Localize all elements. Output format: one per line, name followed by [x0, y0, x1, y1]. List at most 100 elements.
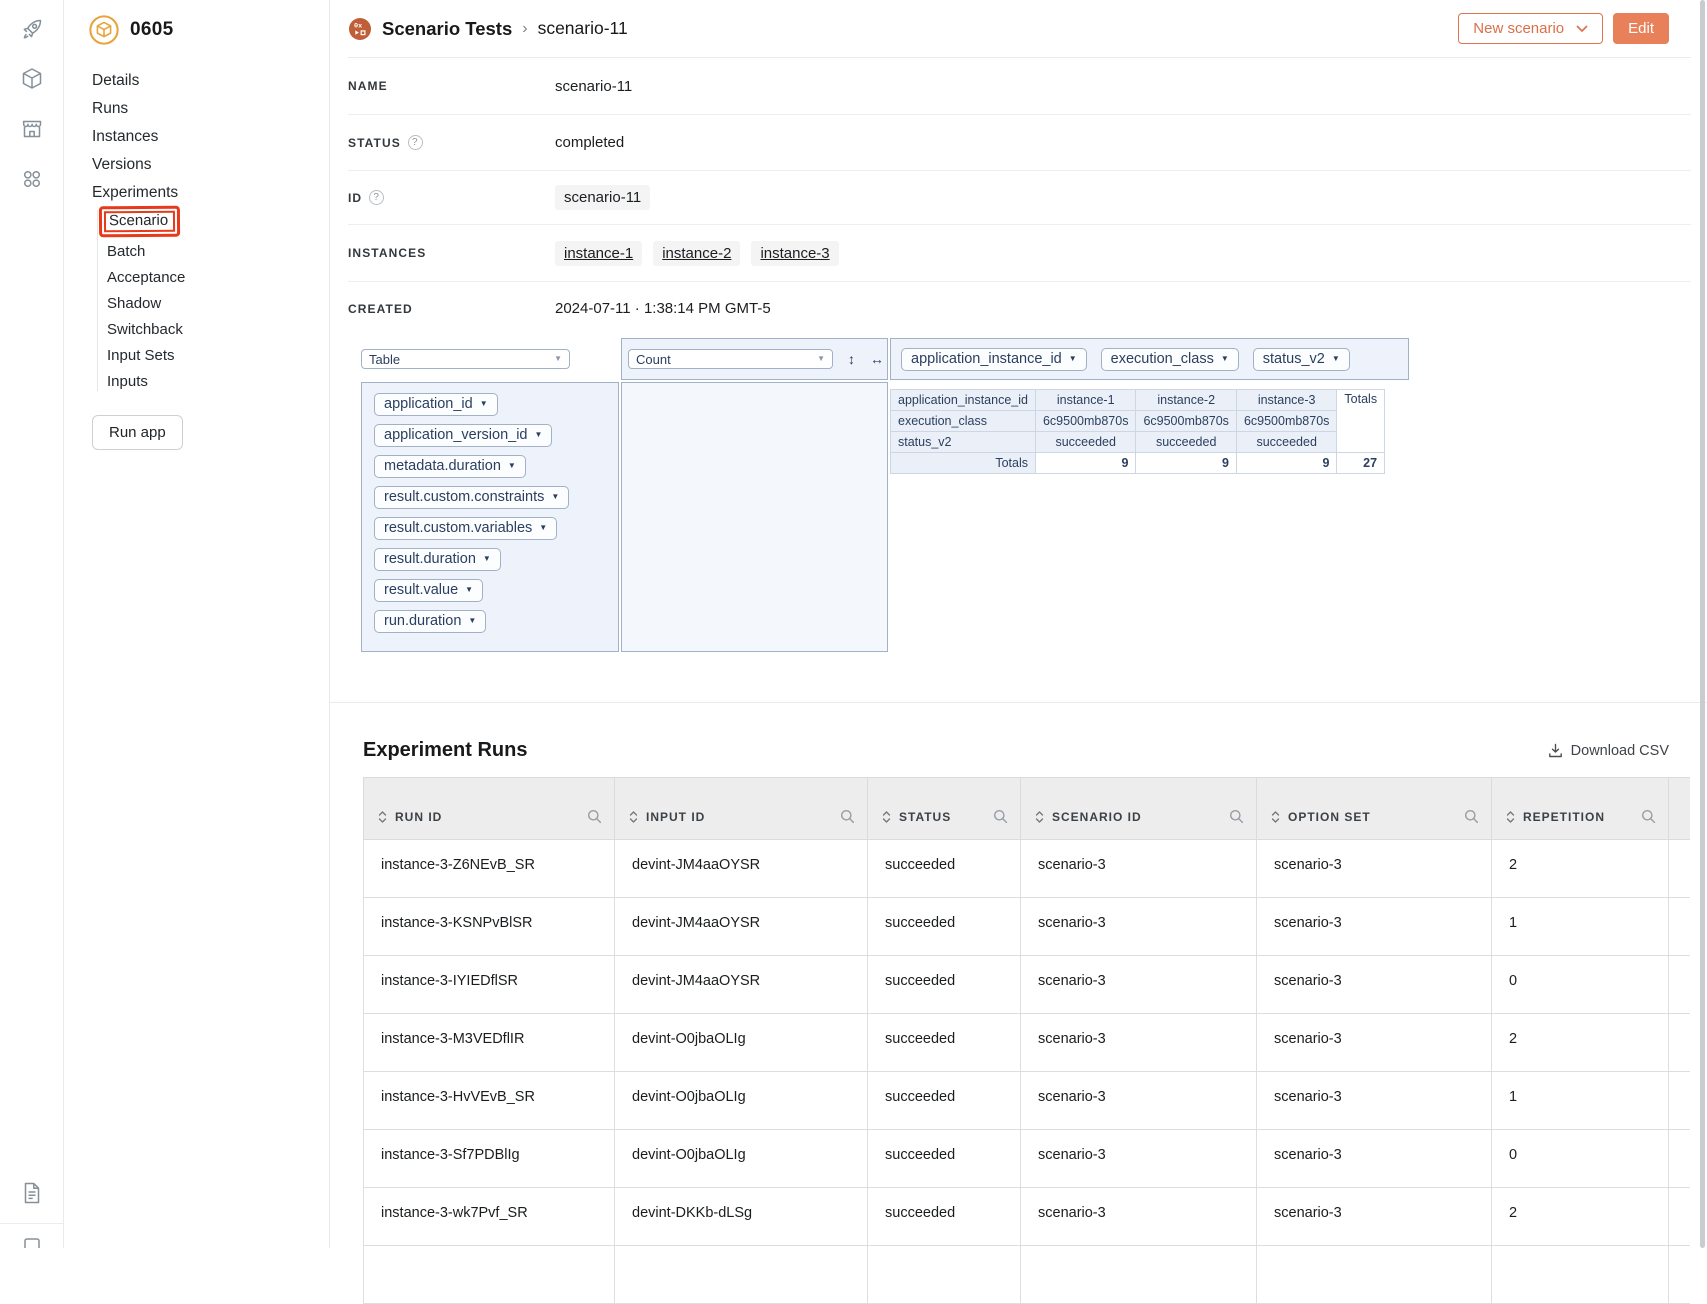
search-icon[interactable]: [840, 809, 855, 824]
partial-cell: [1669, 1188, 1690, 1246]
option-set-cell: scenario-3: [1257, 840, 1492, 898]
edit-button[interactable]: Edit: [1613, 13, 1669, 44]
instance-link-instance-1[interactable]: instance-1: [555, 241, 642, 266]
pivot-row-label: application_instance_id: [891, 390, 1036, 411]
column-header-repetition[interactable]: REPETITION: [1492, 778, 1669, 840]
apps-icon[interactable]: [18, 165, 46, 193]
sidebar-item-details[interactable]: Details: [92, 72, 139, 90]
input-id-cell: devint-O0jbaOLIg: [615, 1130, 868, 1188]
search-icon[interactable]: [587, 809, 602, 824]
run-app-button[interactable]: Run app: [92, 415, 183, 450]
search-icon[interactable]: [1464, 809, 1479, 824]
experiment-runs-header: Experiment Runs Download CSV: [363, 739, 1691, 762]
pivot-row-label: status_v2: [891, 432, 1036, 453]
column-header-inner: STATUS: [882, 809, 1008, 824]
sidebar-item-versions[interactable]: Versions: [92, 156, 151, 174]
column-header-run-id[interactable]: RUN ID: [364, 778, 615, 840]
name-field-row: NAME scenario-11: [348, 58, 1691, 115]
status-cell: succeeded: [868, 1188, 1021, 1246]
status-cell: succeeded: [868, 1130, 1021, 1188]
search-icon[interactable]: [993, 809, 1008, 824]
created-field-row: CREATED 2024-07-11 · 1:38:14 PM GMT-5: [348, 282, 1691, 335]
table-row: instance-3-KSNPvBlSRdevint-JM4aaOYSRsucc…: [364, 898, 1690, 956]
aggregator-select[interactable]: Count ▼: [628, 349, 833, 369]
dropdown-triangle-icon: ▼: [551, 493, 559, 501]
pivot-attribute-result-value[interactable]: result.value▼: [374, 579, 483, 602]
partial-cell: [868, 1246, 1021, 1304]
sidebar-item-inputs[interactable]: Inputs: [107, 373, 148, 391]
marketplace-icon[interactable]: [18, 115, 46, 143]
document-icon[interactable]: [18, 1179, 46, 1207]
partial-bottom-icon[interactable]: [18, 1234, 46, 1248]
chevron-down-icon: [1576, 25, 1588, 33]
sidebar-item-experiments[interactable]: Experiments: [92, 184, 178, 202]
pivot-attribute-result-custom-variables[interactable]: result.custom.variables▼: [374, 517, 557, 540]
sidebar-item-batch[interactable]: Batch: [107, 243, 145, 261]
sort-icon[interactable]: [1271, 810, 1280, 824]
sidebar-item-instances[interactable]: Instances: [92, 128, 158, 146]
pivot-attribute-application-version-id[interactable]: application_version_id▼: [374, 424, 552, 447]
partial-cell: [1669, 1246, 1690, 1304]
pivot-attribute-application-id[interactable]: application_id▼: [374, 393, 498, 416]
sidebar-item-runs[interactable]: Runs: [92, 100, 128, 118]
help-icon[interactable]: ?: [369, 190, 384, 205]
sort-icon[interactable]: [378, 810, 387, 824]
status-cell: succeeded: [868, 1072, 1021, 1130]
sidebar-item-acceptance[interactable]: Acceptance: [107, 269, 185, 287]
sort-icon[interactable]: [1506, 810, 1515, 824]
pivot-attribute-result-duration[interactable]: result.duration▼: [374, 548, 501, 571]
status-cell: succeeded: [868, 956, 1021, 1014]
aggregator-cell: Count ▼ ↕ ↔: [621, 338, 888, 380]
instance-link-instance-2[interactable]: instance-2: [653, 241, 740, 266]
col-order-arrow-icon[interactable]: ↔: [870, 351, 884, 367]
package-icon[interactable]: [18, 65, 46, 93]
instance-link-instance-3[interactable]: instance-3: [751, 241, 838, 266]
partial-cell: [1257, 1246, 1492, 1304]
rocket-icon[interactable]: [18, 15, 46, 43]
help-icon[interactable]: ?: [408, 135, 423, 150]
sidebar-item-scenario[interactable]: Scenario: [99, 206, 180, 238]
pivot-attribute-run-duration[interactable]: run.duration▼: [374, 610, 486, 633]
scenario-id-cell: scenario-3: [1021, 1072, 1257, 1130]
breadcrumb-parent[interactable]: Scenario Tests: [382, 18, 512, 40]
download-csv-button[interactable]: Download CSV: [1548, 743, 1669, 759]
pivot-attribute-execution-class[interactable]: execution_class▼: [1101, 348, 1239, 371]
pivot-attribute-status-v2[interactable]: status_v2▼: [1253, 348, 1350, 371]
column-header-inner: REPETITION: [1506, 809, 1656, 824]
pivot-attribute-application-instance-id[interactable]: application_instance_id▼: [901, 348, 1087, 371]
column-header-scenario-id[interactable]: SCENARIO ID: [1021, 778, 1257, 840]
column-header-inner: OPTION SET: [1271, 809, 1479, 824]
download-icon: [1548, 743, 1563, 758]
column-header-option-set[interactable]: OPTION SET: [1257, 778, 1492, 840]
pivot-attribute-result-custom-constraints[interactable]: result.custom.constraints▼: [374, 486, 569, 509]
new-scenario-button[interactable]: New scenario: [1458, 13, 1603, 44]
vertical-scrollbar[interactable]: [1700, 0, 1705, 1248]
pivot-attribute-metadata-duration[interactable]: metadata.duration▼: [374, 455, 526, 478]
sidebar-item-shadow[interactable]: Shadow: [107, 295, 161, 313]
app-header[interactable]: 0605: [88, 14, 329, 46]
renderer-select[interactable]: Table ▼: [361, 349, 570, 369]
row-attributes-dropzone[interactable]: [621, 382, 888, 652]
instances-label: INSTANCES: [348, 246, 426, 260]
sidebar-item-input-sets[interactable]: Input Sets: [107, 347, 175, 365]
aggregator-value: Count: [636, 352, 671, 367]
column-header-status[interactable]: STATUS: [868, 778, 1021, 840]
column-attributes-area: application_instance_id▼ execution_class▼…: [890, 338, 1409, 380]
pivot-value-cell: succeeded: [1236, 432, 1336, 453]
column-header-input-id[interactable]: INPUT ID: [615, 778, 868, 840]
pivot-grand-total-cell: 27: [1337, 453, 1385, 474]
sort-icon[interactable]: [1035, 810, 1044, 824]
dropdown-triangle-icon: ▼: [539, 524, 547, 532]
row-order-arrow-icon[interactable]: ↕: [848, 351, 855, 367]
pivot-value-cell: succeeded: [1136, 432, 1236, 453]
unused-attributes-area: application_id▼ application_version_id▼me…: [361, 382, 619, 652]
search-icon[interactable]: [1229, 809, 1244, 824]
status-cell: succeeded: [868, 898, 1021, 956]
column-label: STATUS: [899, 810, 951, 824]
search-icon[interactable]: [1641, 809, 1656, 824]
sort-icon[interactable]: [629, 810, 638, 824]
sort-icon[interactable]: [882, 810, 891, 824]
instances-chip-list: instance-1 instance-2 instance-3: [555, 241, 839, 266]
run-id-cell: instance-3-Sf7PDBlIg: [364, 1130, 615, 1188]
sidebar-item-switchback[interactable]: Switchback: [107, 321, 183, 339]
